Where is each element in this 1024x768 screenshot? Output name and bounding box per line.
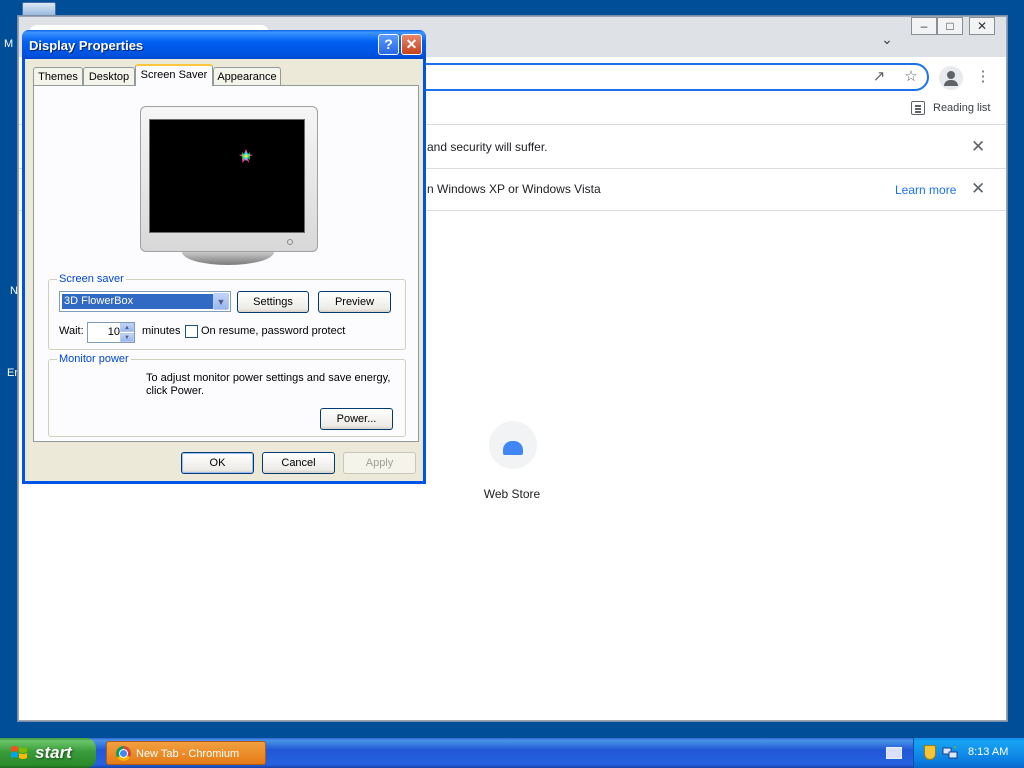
dialog-titlebar[interactable]: Display Properties ? ✕ [22, 30, 426, 59]
stepper-up-icon[interactable]: ▲ [120, 323, 134, 332]
screen-saver-group: Screen saver 3D FlowerBox ▼ Settings Pre… [48, 273, 406, 350]
preview-screen [149, 119, 305, 233]
screen-saver-group-label: Screen saver [57, 273, 126, 285]
tab-screen-saver[interactable]: Screen Saver [135, 64, 213, 86]
monitor-stand [182, 252, 274, 265]
power-button[interactable]: Power... [320, 408, 393, 430]
help-icon[interactable]: ? [378, 34, 399, 55]
cancel-button[interactable]: Cancel [262, 452, 335, 474]
system-tray: 8:13 AM [913, 738, 1024, 768]
wait-minutes-stepper[interactable]: 10 ▲ ▼ [87, 322, 135, 343]
apply-button[interactable]: Apply [343, 452, 416, 474]
chevron-down-icon[interactable]: ▼ [213, 293, 229, 310]
ok-button[interactable]: OK [181, 452, 254, 474]
profile-icon[interactable] [939, 66, 963, 90]
web-store-icon[interactable] [489, 421, 537, 469]
preview-button[interactable]: Preview [318, 291, 391, 313]
flowerbox-preview-icon [239, 149, 253, 163]
close-icon[interactable]: ✕ [969, 17, 995, 35]
wait-label: Wait: [59, 325, 84, 337]
start-label: start [35, 743, 72, 762]
menu-icon[interactable]: ⋮ [973, 67, 993, 87]
stepper-down-icon[interactable]: ▼ [120, 333, 134, 342]
taskbar-item-label: New Tab - Chromium [136, 748, 240, 760]
network-icon[interactable] [942, 745, 958, 760]
security-shield-icon[interactable] [924, 745, 936, 760]
share-icon[interactable]: ↗ [869, 67, 889, 87]
tab-themes[interactable]: Themes [33, 67, 83, 86]
display-properties-dialog: Display Properties ? ✕ Themes Desktop Sc… [22, 30, 426, 484]
close-icon[interactable]: ✕ [971, 179, 985, 199]
close-icon[interactable]: ✕ [971, 137, 985, 157]
power-led-icon [287, 239, 293, 245]
monitor-power-group: Monitor power To adjust monitor power se… [48, 353, 406, 437]
minutes-label: minutes [142, 325, 181, 337]
chromium-icon [116, 746, 131, 761]
monitor-power-group-label: Monitor power [57, 353, 131, 365]
password-protect-label[interactable]: On resume, password protect [201, 325, 345, 337]
tab-desktop[interactable]: Desktop [83, 67, 135, 86]
taskbar-item-chromium[interactable]: New Tab - Chromium [106, 741, 266, 765]
settings-button[interactable]: Settings [237, 291, 309, 313]
taskbar: start New Tab - Chromium 8:13 AM [0, 738, 1024, 768]
screen-saver-panel: Screen saver 3D FlowerBox ▼ Settings Pre… [33, 85, 419, 442]
learn-more-link[interactable]: Learn more [895, 183, 956, 197]
windows-flag-icon [11, 746, 27, 759]
screen-saver-select[interactable]: 3D FlowerBox ▼ [59, 291, 231, 312]
monitor-preview [140, 106, 318, 252]
close-icon[interactable]: ✕ [401, 34, 422, 55]
start-button[interactable]: start [0, 738, 96, 768]
restore-icon[interactable]: □ [937, 17, 963, 35]
address-bar[interactable] [399, 63, 929, 91]
reading-list-icon[interactable] [911, 101, 925, 115]
wait-value[interactable]: 10 [88, 326, 120, 338]
keyboard-icon[interactable] [886, 747, 902, 759]
infobar-message: n Windows XP or Windows Vista [427, 182, 601, 196]
dialog-title: Display Properties [29, 38, 144, 53]
password-protect-checkbox[interactable] [185, 325, 198, 338]
reading-list-button[interactable]: Reading list [933, 102, 990, 114]
chevron-down-icon[interactable]: ⌄ [879, 31, 895, 47]
infobar-message: and security will suffer. [427, 140, 548, 154]
screen-saver-selected: 3D FlowerBox [62, 294, 214, 309]
monitor-power-description: To adjust monitor power settings and sav… [146, 372, 391, 397]
web-store-label[interactable]: Web Store [459, 487, 565, 501]
clock: 8:13 AM [968, 746, 1009, 758]
minimize-icon[interactable]: – [911, 17, 937, 35]
star-icon[interactable]: ☆ [901, 67, 921, 87]
tab-appearance[interactable]: Appearance [213, 67, 281, 86]
